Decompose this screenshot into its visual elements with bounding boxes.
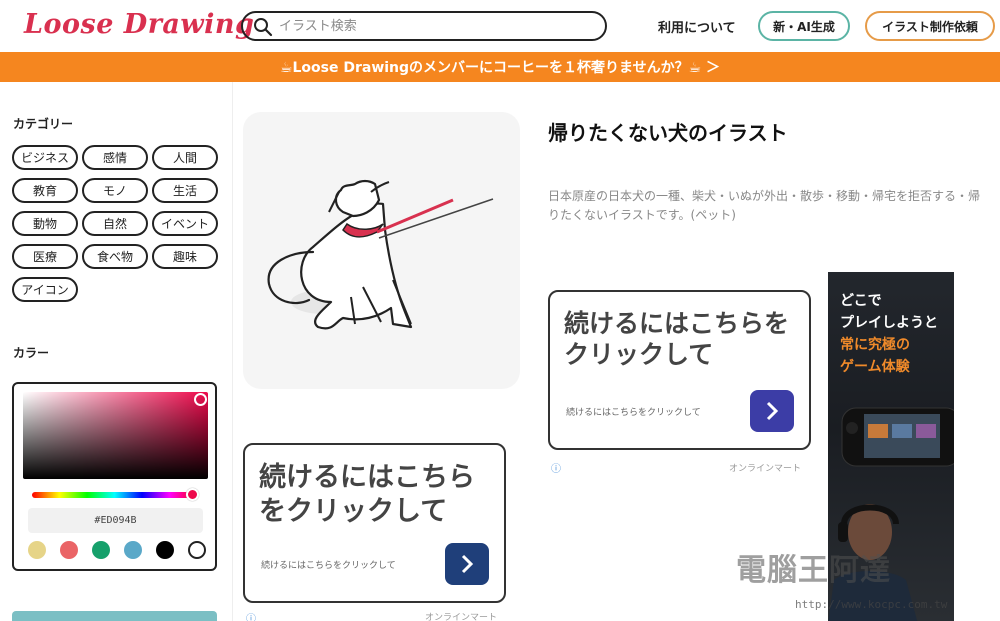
hue-slider[interactable] xyxy=(32,492,197,498)
handheld-console-image xyxy=(841,407,954,467)
hue-handle[interactable] xyxy=(186,488,199,501)
search-input[interactable] xyxy=(279,16,589,36)
category-title: カテゴリー xyxy=(13,117,74,131)
about-link[interactable]: 利用について xyxy=(658,17,736,36)
sidebar: カテゴリー ビジネス 感情 人間 教育 モノ 生活 動物 自然 イベント 医療 … xyxy=(0,82,233,621)
swatch-green[interactable] xyxy=(92,541,110,559)
search-icon xyxy=(254,18,273,37)
ad-headline: 続けるにはこちらをクリックして xyxy=(564,309,790,370)
ad-headline: 続けるにはこちらをクリックして xyxy=(259,462,475,527)
request-illustration-button[interactable]: イラスト制作依頼 xyxy=(865,11,995,41)
category-tag[interactable]: アイコン xyxy=(12,277,78,302)
ad-arrow-button[interactable] xyxy=(445,543,489,585)
dog-illustration xyxy=(267,179,494,330)
category-tag[interactable]: 趣味 xyxy=(152,244,218,269)
ad-footer: オンラインマート xyxy=(425,613,498,621)
swatch-black[interactable] xyxy=(156,541,174,559)
ad-card-1[interactable]: 続けるにはこちらをクリックして 続けるにはこちらをクリックして xyxy=(243,443,506,603)
saturation-box[interactable] xyxy=(23,392,208,479)
color-picker: #ED094B xyxy=(12,382,217,571)
category-tag[interactable]: ビジネス xyxy=(12,145,78,170)
ad-info-icon[interactable]: ⓘ xyxy=(551,460,561,475)
game-ad-line: ゲーム体験 xyxy=(840,359,910,375)
ai-generate-button[interactable]: 新・AI生成 xyxy=(758,11,850,41)
category-tag[interactable]: 教育 xyxy=(12,178,78,203)
swatch-white[interactable] xyxy=(188,541,206,559)
category-tag[interactable]: 医療 xyxy=(12,244,78,269)
swatch-blue[interactable] xyxy=(124,541,142,559)
saturation-handle[interactable] xyxy=(194,393,207,406)
chevron-right-icon xyxy=(766,401,779,421)
search-bar[interactable] xyxy=(241,11,607,41)
swatch-red[interactable] xyxy=(60,541,78,559)
category-tag[interactable]: 自然 xyxy=(82,211,148,236)
banner-text: ☕Loose Drawingのメンバーにコーヒーを１杯奢りませんか？☕ ＞ xyxy=(279,60,721,76)
illustration-card[interactable] xyxy=(243,112,520,389)
watermark: 電腦王阿達 xyxy=(736,553,891,588)
category-tag[interactable]: イベント xyxy=(152,211,218,236)
illustration-description: 日本原産の日本犬の一種、柴犬・いぬが外出・散歩・移動・帰宅を拒否する・帰りたくな… xyxy=(548,189,981,222)
category-tag[interactable]: 感情 xyxy=(82,145,148,170)
ad-info-icon[interactable]: ⓘ xyxy=(246,610,256,621)
category-tag[interactable]: 食べ物 xyxy=(82,244,148,269)
chevron-right-icon xyxy=(461,554,474,574)
sidebar-bottom-bar xyxy=(12,611,217,621)
hex-value[interactable]: #ED094B xyxy=(28,508,203,533)
page-title: 帰りたくない犬のイラスト xyxy=(548,121,788,145)
header: Loose Drawing 利用について 新・AI生成 イラスト制作依頼 xyxy=(0,0,1000,52)
game-ad-line: 常に究極の xyxy=(840,337,910,353)
category-tag[interactable]: モノ xyxy=(82,178,148,203)
game-ad-line: プレイしようと xyxy=(840,315,938,331)
color-swatches xyxy=(28,541,206,559)
ad-card-2[interactable]: 続けるにはこちらをクリックして 続けるにはこちらをクリックして xyxy=(548,290,811,450)
category-tag[interactable]: 人間 xyxy=(152,145,218,170)
category-tag[interactable]: 動物 xyxy=(12,211,78,236)
swatch-yellow[interactable] xyxy=(28,541,46,559)
site-logo[interactable]: Loose Drawing xyxy=(24,9,254,40)
watermark-url: http://www.kocpc.com.tw xyxy=(795,598,948,611)
game-ad-line: どこで xyxy=(840,293,882,309)
category-list: ビジネス 感情 人間 教育 モノ 生活 動物 自然 イベント 医療 食べ物 趣味… xyxy=(12,145,222,302)
category-tag[interactable]: 生活 xyxy=(152,178,218,203)
color-title: カラー xyxy=(13,346,50,360)
ad-subtext: 続けるにはこちらをクリックして xyxy=(566,408,701,418)
coffee-banner[interactable]: ☕Loose Drawingのメンバーにコーヒーを１杯奢りませんか？☕ ＞ xyxy=(0,52,1000,82)
ad-subtext: 続けるにはこちらをクリックして xyxy=(261,561,396,571)
ad-arrow-button[interactable] xyxy=(750,390,794,432)
ad-footer: オンラインマート xyxy=(729,464,802,474)
